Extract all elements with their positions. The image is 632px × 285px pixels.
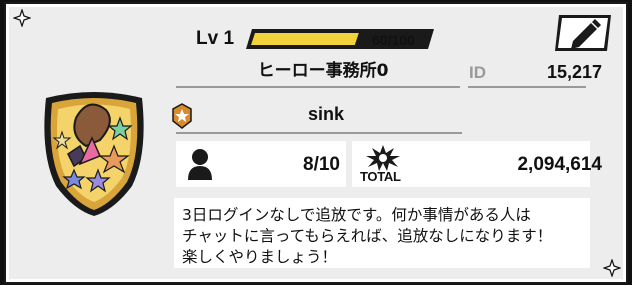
corner-star-icon xyxy=(603,259,621,277)
agency-description: 3日ログインなしで追放です。何か事情がある人は チャットに言ってもらえれば、追放… xyxy=(174,198,590,268)
divider xyxy=(176,132,462,134)
divider xyxy=(176,86,460,88)
member-count: 8/10 xyxy=(303,154,340,175)
edit-button[interactable] xyxy=(553,13,613,53)
member-silhouette-icon xyxy=(186,147,214,181)
exp-text: 60/100 xyxy=(372,32,415,48)
total-label: TOTAL xyxy=(360,169,401,184)
leader-name: sink xyxy=(307,104,345,124)
description-text: 3日ログインなしで追放です。何か事情がある人は チャットに言ってもらえれば、追放… xyxy=(182,206,553,266)
crest-emblem-icon xyxy=(28,84,160,220)
id-value: 15,217 xyxy=(546,62,602,82)
total-value: 2,094,614 xyxy=(517,154,602,175)
level-label: Lv 1 xyxy=(196,28,235,49)
id-label: ID xyxy=(469,63,486,82)
agency-name: ヒーロー事務所0 xyxy=(257,61,389,81)
rank-medal-icon xyxy=(172,103,192,129)
divider xyxy=(468,86,586,88)
corner-star-icon xyxy=(13,9,31,27)
